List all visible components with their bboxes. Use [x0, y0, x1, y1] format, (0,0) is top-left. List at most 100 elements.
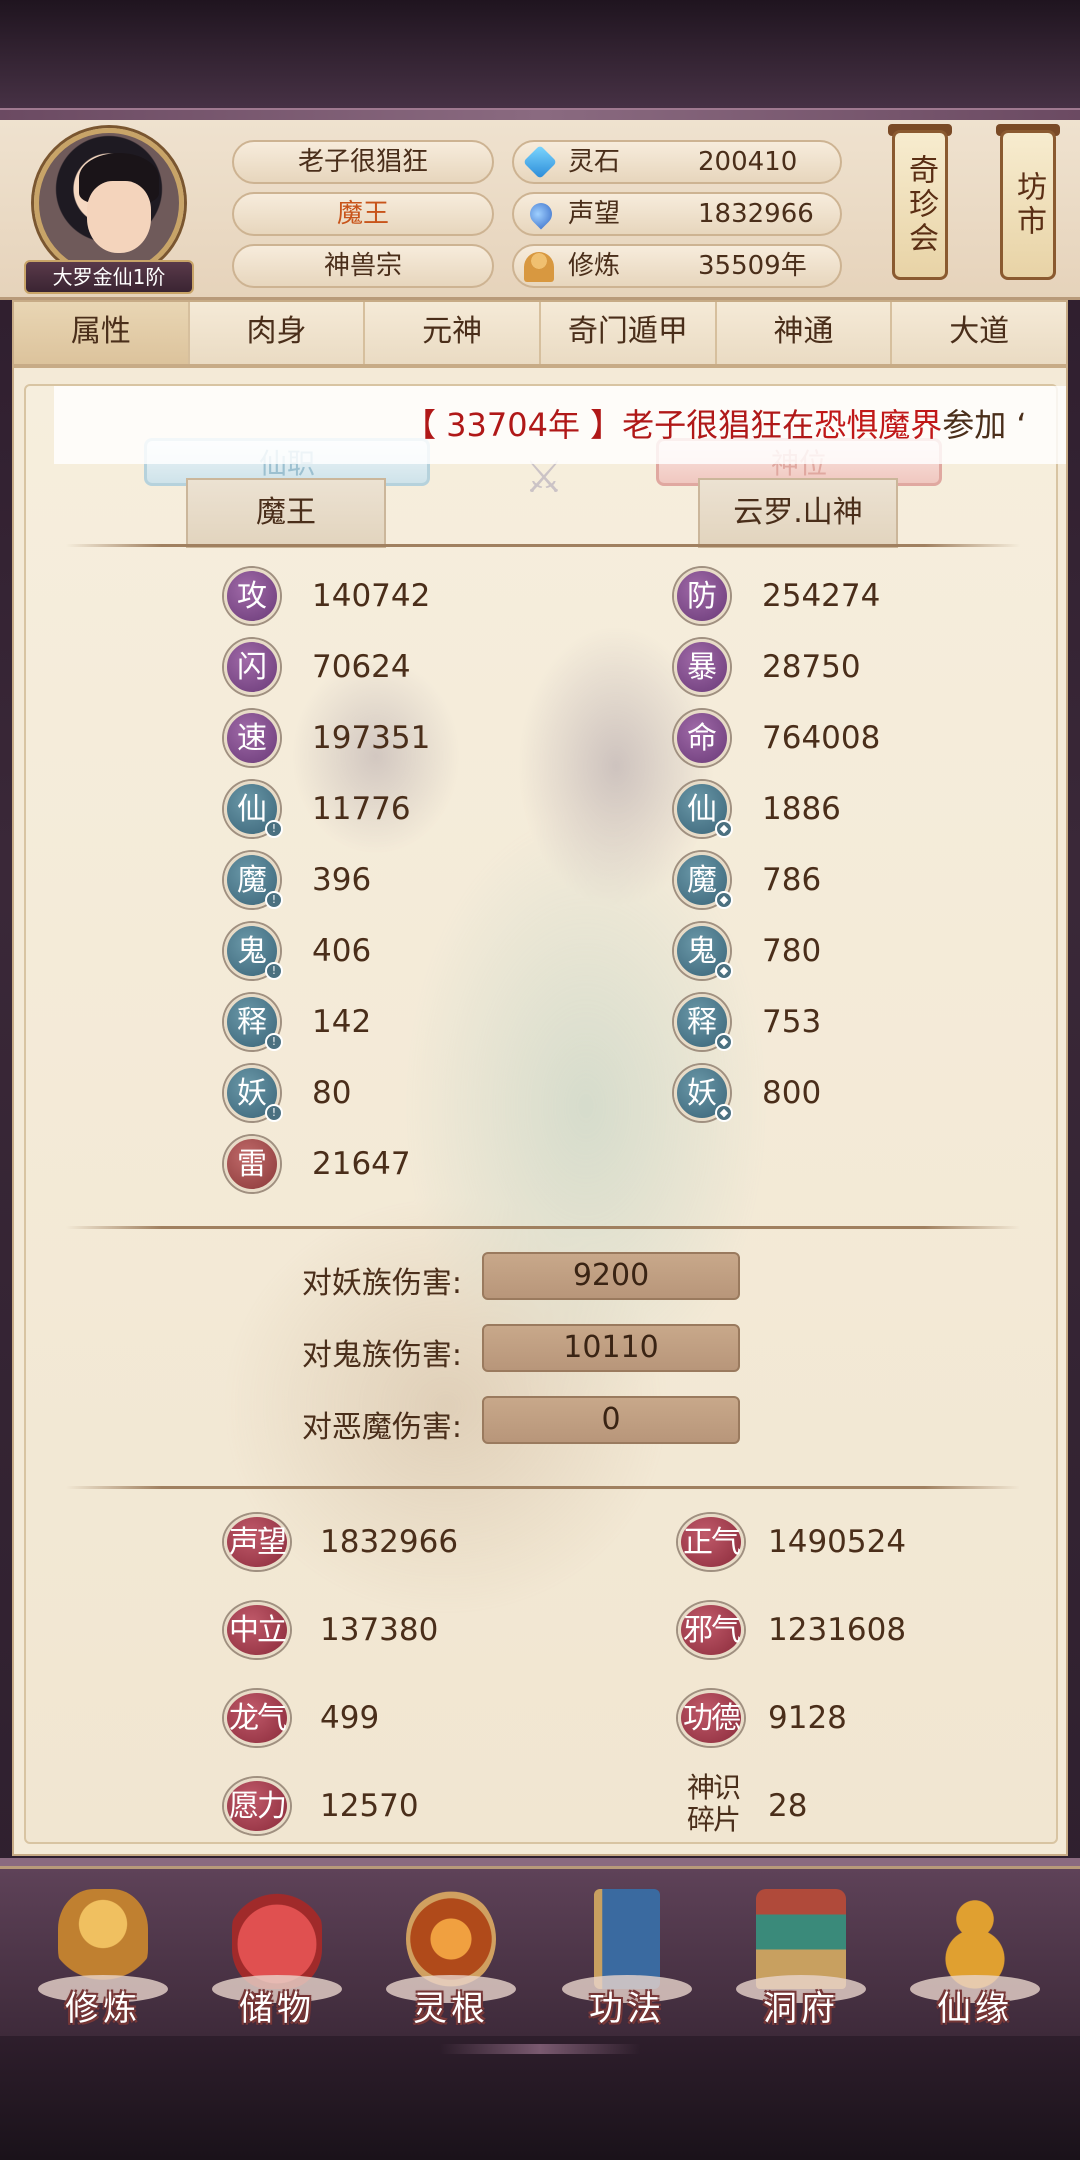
tab-qimen[interactable]: 奇门遁甲: [541, 302, 717, 364]
speed-value: 197351: [312, 720, 431, 756]
reputation-icon: [525, 198, 557, 230]
ghost-attack-value: 406: [312, 933, 372, 969]
tab-spirit[interactable]: 元神: [365, 302, 542, 364]
ticker-place: 恐惧魔界: [814, 406, 943, 444]
avatar-container[interactable]: 大罗金仙1阶: [24, 128, 194, 294]
neutral-value: 137380: [320, 1612, 439, 1648]
nav-spirit-root[interactable]: 灵根: [376, 1881, 526, 2031]
monster-attack-icon: 妖!: [224, 1065, 283, 1122]
ticker-tail: 参加 ‘: [942, 406, 1027, 444]
soul-fragment-label: 神识碎片: [686, 1771, 741, 1836]
divider: [66, 1486, 1020, 1489]
crit-value: 28750: [762, 649, 861, 685]
damage-label: 对妖族伤害:: [301, 1266, 462, 1301]
damage-value-bar: 9200: [482, 1252, 740, 1300]
player-title: 魔王: [232, 192, 494, 236]
damage-label: 对恶魔伤害:: [301, 1410, 462, 1445]
demon-attack-icon: 魔!: [224, 852, 283, 909]
player-header: 大罗金仙1阶 老子很猖狂 魔王 神兽宗 灵石 200410 声望 1832966…: [0, 120, 1080, 300]
nav-storage[interactable]: 储物: [202, 1881, 352, 2031]
resource-value: 1832966: [698, 199, 814, 229]
crit-icon: 暴: [674, 639, 730, 695]
immortal-defense-icon: 仙 ◆: [674, 781, 733, 838]
shield-badge-icon: ◆: [715, 1033, 733, 1051]
nav-label: 修炼: [65, 1989, 141, 2029]
fortune-gourd-icon: [930, 1889, 1020, 1989]
divider: [66, 1226, 1020, 1229]
ticker-mid: 在: [782, 406, 815, 444]
treasure-market-button[interactable]: 奇珍会: [892, 130, 948, 280]
stat-char: 鬼: [687, 934, 717, 969]
monster-defense-value: 800: [762, 1075, 822, 1111]
righteous-badge: 正气: [678, 1514, 744, 1570]
vow-power-badge: 愿力: [224, 1778, 290, 1834]
tab-body[interactable]: 肉身: [190, 302, 366, 364]
reputation-value: 1832966: [320, 1524, 459, 1560]
shield-badge-icon: ◆: [715, 1104, 733, 1122]
speed-icon: 速: [224, 710, 280, 766]
avatar[interactable]: [34, 128, 184, 278]
nav-cave-mansion[interactable]: 洞府: [726, 1881, 876, 2031]
stat-char: 魔: [687, 863, 717, 898]
evil-badge: 邪气: [678, 1602, 744, 1658]
buddha-defense-icon: 释 ◆: [674, 994, 733, 1051]
divine-rank-value: 云罗.山神: [698, 478, 898, 548]
merit-value: 9128: [768, 1700, 847, 1736]
news-ticker: 【 33704年 】老子很猖狂在恐惧魔界参加 ‘: [54, 386, 1066, 464]
tab-attributes[interactable]: 属性: [14, 302, 190, 364]
nav-technique[interactable]: 功法: [552, 1881, 702, 2031]
health-icon: 命: [674, 710, 730, 766]
damage-label: 对鬼族伤害:: [301, 1338, 462, 1373]
bottom-navigation: 修炼 储物 灵根 功法 洞府 仙缘: [0, 1866, 1080, 2036]
nav-cultivation[interactable]: 修炼: [28, 1881, 178, 2031]
shield-badge-icon: ◆: [715, 891, 733, 909]
monster-defense-icon: 妖 ◆: [674, 1065, 733, 1122]
dodge-value: 70624: [312, 649, 411, 685]
cultivation-icon: [524, 252, 554, 282]
ghost-defense-icon: 鬼 ◆: [674, 923, 733, 980]
shield-badge-icon: ◆: [715, 962, 733, 980]
tab-divine-power[interactable]: 神通: [717, 302, 893, 364]
attack-badge-icon: !: [265, 1104, 283, 1122]
reputation-badge: 声望: [224, 1514, 290, 1570]
tab-bar: 属性 肉身 元神 奇门遁甲 神通 大道: [12, 300, 1068, 366]
ticker-year: 【 33704年 】: [404, 406, 623, 444]
stat-char: 鬼: [237, 934, 267, 969]
damage-value-bar: 0: [482, 1396, 740, 1444]
market-button[interactable]: 坊市: [1000, 130, 1056, 280]
ticker-player-name: 老子很猖狂: [622, 406, 783, 444]
storage-bag-icon: [232, 1889, 322, 1989]
resource-reputation: 声望 1832966: [512, 192, 842, 236]
monster-attack-value: 80: [312, 1075, 352, 1111]
ghost-defense-value: 780: [762, 933, 822, 969]
vow-power-value: 12570: [320, 1788, 419, 1824]
nav-label: 仙缘: [937, 1989, 1013, 2029]
attack-badge-icon: !: [265, 1033, 283, 1051]
nav-label: 洞府: [763, 1989, 839, 2029]
attributes-inner: 仙职 神位 ⚔ 魔王 云罗.山神 攻 140742 闪 70624 速 1973…: [24, 384, 1066, 1844]
attack-value: 140742: [312, 578, 431, 614]
nav-label: 储物: [239, 1989, 315, 2029]
attack-badge-icon: !: [265, 891, 283, 909]
evil-value: 1231608: [768, 1612, 907, 1648]
stat-char: 仙: [687, 792, 717, 827]
player-name: 老子很猖狂: [232, 140, 494, 184]
demon-defense-value: 786: [762, 862, 822, 898]
nav-fortune[interactable]: 仙缘: [900, 1881, 1050, 2031]
dragon-qi-value: 499: [320, 1700, 380, 1736]
resource-label: 灵石: [568, 147, 621, 177]
nav-label: 功法: [589, 1989, 665, 2029]
spirit-root-icon: [406, 1889, 496, 1989]
resource-cultivation: 修炼 35509年: [512, 244, 842, 288]
player-sect: 神兽宗: [232, 244, 494, 288]
tab-dao[interactable]: 大道: [892, 302, 1066, 364]
immortal-post-value: 魔王: [186, 478, 386, 548]
dragon-qi-badge: 龙气: [224, 1690, 290, 1746]
thunder-icon: 雷: [224, 1136, 280, 1192]
attributes-panel: 仙职 神位 ⚔ 魔王 云罗.山神 攻 140742 闪 70624 速 1973…: [12, 366, 1068, 1856]
resource-value: 35509年: [698, 251, 807, 281]
resource-label: 声望: [568, 199, 621, 229]
technique-book-icon: [594, 1889, 660, 1989]
defense-value: 254274: [762, 578, 881, 614]
demon-defense-icon: 魔 ◆: [674, 852, 733, 909]
